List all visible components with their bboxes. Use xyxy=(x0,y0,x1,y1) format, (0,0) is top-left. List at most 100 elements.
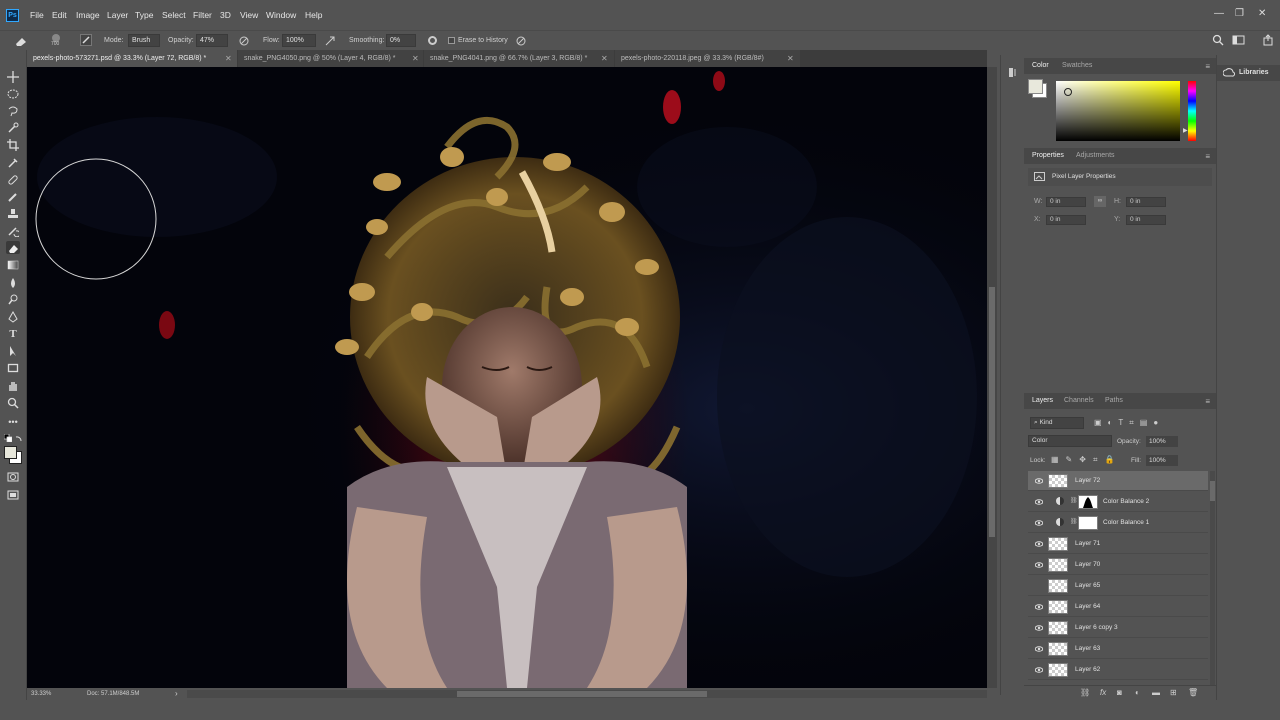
mode-select[interactable]: Brush xyxy=(128,34,160,47)
zoom-tool-icon[interactable] xyxy=(6,396,20,409)
menu-3d[interactable]: 3D xyxy=(220,10,231,20)
layer-row[interactable]: Layer 65 xyxy=(1028,576,1208,596)
more-tools-icon[interactable]: ••• xyxy=(6,415,20,428)
workspace-icon[interactable] xyxy=(1232,34,1246,48)
tab-pexels-220118[interactable]: pexels-photo-220118.jpeg @ 33.3% (RGB/8#… xyxy=(615,50,800,67)
layer-row[interactable]: ⛓ Color Balance 1 xyxy=(1028,513,1208,533)
hue-slider[interactable] xyxy=(1188,81,1196,141)
rectangle-tool-icon[interactable] xyxy=(6,361,20,374)
lock-icons[interactable]: ▦✎✥⌗🔒 xyxy=(1051,455,1121,465)
new-layer-icon[interactable]: ⊞ xyxy=(1170,688,1177,697)
libraries-tab[interactable]: Libraries xyxy=(1217,65,1280,81)
blur-tool-icon[interactable] xyxy=(6,276,20,289)
delete-layer-icon[interactable]: 🗑 xyxy=(1188,688,1198,697)
link-dimensions-icon[interactable]: ∞ xyxy=(1094,196,1106,207)
visibility-toggle-off[interactable] xyxy=(1035,582,1043,590)
panel-menu-icon[interactable]: ≡ xyxy=(1205,397,1210,406)
path-selection-tool-icon[interactable] xyxy=(6,344,20,357)
blend-mode-select[interactable]: Color xyxy=(1028,435,1112,447)
close-tab-icon[interactable]: ✕ xyxy=(787,50,794,67)
layer-row[interactable]: Layer 72 xyxy=(1028,471,1208,491)
move-tool-icon[interactable] xyxy=(6,70,20,83)
gear-icon[interactable] xyxy=(427,35,438,48)
w-field[interactable]: 0 in xyxy=(1046,197,1086,207)
tab-properties[interactable]: Properties xyxy=(1032,152,1064,159)
tab-color[interactable]: Color xyxy=(1032,62,1049,69)
smoothing-field[interactable]: 0% xyxy=(386,34,416,47)
dodge-tool-icon[interactable] xyxy=(6,293,20,306)
quick-mask-icon[interactable] xyxy=(6,470,20,483)
type-tool-icon[interactable]: T xyxy=(6,327,20,340)
crop-tool-icon[interactable] xyxy=(6,138,20,151)
pen-tool-icon[interactable] xyxy=(6,310,20,323)
marquee-tool-icon[interactable] xyxy=(6,87,20,100)
layer-row[interactable]: Layer 71 xyxy=(1028,534,1208,554)
gradient-tool-icon[interactable] xyxy=(6,258,20,271)
history-panel-icon[interactable] xyxy=(1008,67,1019,80)
scroll-thumb[interactable] xyxy=(457,691,707,697)
tab-layers[interactable]: Layers xyxy=(1032,397,1053,404)
default-colors-icon[interactable] xyxy=(3,433,13,443)
layer-row[interactable]: Layer 62 xyxy=(1028,660,1208,680)
close-button[interactable]: ✕ xyxy=(1258,8,1266,19)
scroll-thumb[interactable] xyxy=(1210,481,1215,501)
link-layers-icon[interactable]: ⛓ xyxy=(1080,688,1090,697)
status-menu-arrow-icon[interactable]: › xyxy=(175,689,178,698)
layer-row[interactable]: Layer 70 xyxy=(1028,555,1208,575)
erase-to-history-checkbox[interactable] xyxy=(448,37,455,44)
vertical-scrollbar[interactable] xyxy=(987,67,997,688)
lasso-tool-icon[interactable] xyxy=(6,104,20,117)
menu-select[interactable]: Select xyxy=(162,10,186,20)
tab-channels[interactable]: Channels xyxy=(1064,397,1094,404)
new-adjustment-icon[interactable]: ◐ xyxy=(1135,688,1140,697)
new-group-icon[interactable]: ▬ xyxy=(1152,688,1160,697)
eraser-tool-icon[interactable] xyxy=(6,241,20,254)
layer-filter-icons[interactable]: ▣◐T⌗▤● xyxy=(1094,418,1164,428)
layer-row[interactable]: Layer 64 xyxy=(1028,597,1208,617)
tab-pexels-573271[interactable]: pexels-photo-573271.psd @ 33.3% (Layer 7… xyxy=(27,50,237,67)
hue-slider-arrow-icon[interactable]: ▶ xyxy=(1183,127,1188,134)
tab-swatches[interactable]: Swatches xyxy=(1062,62,1092,69)
restore-button[interactable]: ❐ xyxy=(1235,8,1244,19)
history-brush-tool-icon[interactable] xyxy=(6,224,20,237)
brush-tool-icon[interactable] xyxy=(6,190,20,203)
airbrush-icon[interactable] xyxy=(324,35,336,49)
color-fg-swatch[interactable] xyxy=(1028,79,1043,94)
layer-filter-select[interactable]: ⌕ Kind xyxy=(1030,417,1084,429)
eyedropper-tool-icon[interactable] xyxy=(6,156,20,169)
menu-edit[interactable]: Edit xyxy=(52,10,67,20)
healing-brush-tool-icon[interactable] xyxy=(6,173,20,186)
menu-layer[interactable]: Layer xyxy=(107,10,128,20)
menu-file[interactable]: File xyxy=(30,10,44,20)
tab-paths[interactable]: Paths xyxy=(1105,397,1123,404)
close-tab-icon[interactable]: ✕ xyxy=(225,50,232,67)
tab-adjustments[interactable]: Adjustments xyxy=(1076,152,1115,159)
menu-filter[interactable]: Filter xyxy=(193,10,212,20)
clone-stamp-tool-icon[interactable] xyxy=(6,207,20,220)
fill-field[interactable]: 100% xyxy=(1146,455,1178,466)
zoom-level[interactable]: 33.33% xyxy=(31,691,51,697)
layer-row[interactable]: Layer 6 copy 3 xyxy=(1028,618,1208,638)
brush-settings-icon[interactable] xyxy=(80,34,92,46)
layer-row[interactable]: Layer 63 xyxy=(1028,639,1208,659)
color-field[interactable] xyxy=(1056,81,1180,141)
layer-opacity-field[interactable]: 100% xyxy=(1146,436,1178,447)
minimize-button[interactable]: — xyxy=(1214,8,1224,19)
h-field[interactable]: 0 in xyxy=(1126,197,1166,207)
quick-select-tool-icon[interactable] xyxy=(6,121,20,134)
flow-field[interactable]: 100% xyxy=(282,34,316,47)
search-icon[interactable] xyxy=(1212,34,1224,48)
panel-menu-icon[interactable]: ≡ xyxy=(1205,62,1210,71)
x-field[interactable]: 0 in xyxy=(1046,215,1086,225)
scroll-thumb[interactable] xyxy=(989,287,995,537)
menu-image[interactable]: Image xyxy=(76,10,100,20)
layer-row[interactable]: ⛓ Color Balance 2 xyxy=(1028,492,1208,512)
close-tab-icon[interactable]: ✕ xyxy=(412,50,419,67)
foreground-color-swatch[interactable] xyxy=(4,446,17,459)
eraser-tool-preset-icon[interactable] xyxy=(14,35,28,49)
close-tab-icon[interactable]: ✕ xyxy=(601,50,608,67)
panel-menu-icon[interactable]: ≡ xyxy=(1205,152,1210,161)
hand-tool-icon[interactable] xyxy=(6,379,20,392)
menu-type[interactable]: Type xyxy=(135,10,153,20)
horizontal-scrollbar[interactable] xyxy=(187,690,987,698)
